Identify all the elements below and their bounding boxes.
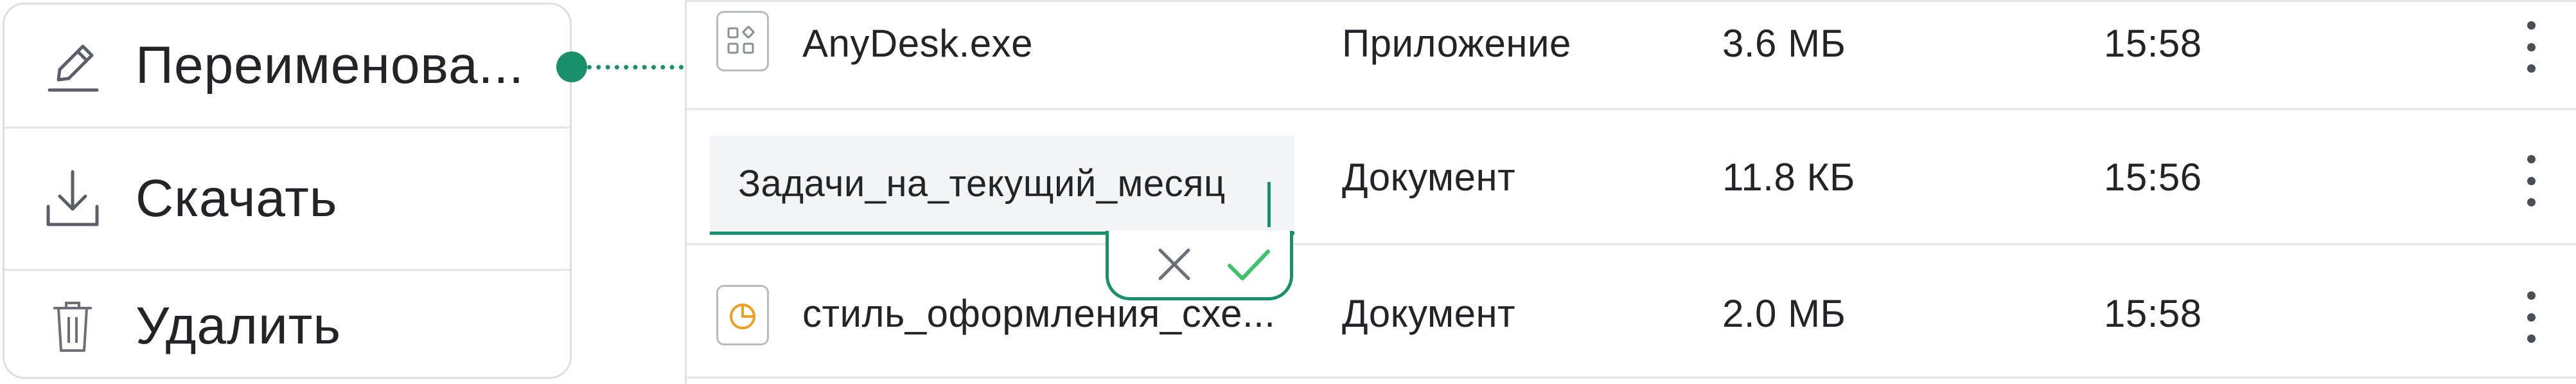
rename-field[interactable] [710,136,1294,235]
file-time: 15:56 [2104,156,2202,199]
rename-actions [1106,231,1293,300]
pencil-icon [40,33,105,98]
file-size: 11.8 КБ [1722,156,1855,199]
check-icon[interactable] [1226,241,1272,288]
file-time: 15:58 [2104,22,2202,65]
table-row[interactable]: AnyDesk.exe Приложение 3.6 МБ 15:58 [687,2,2576,110]
file-type: Документ [1342,292,1516,335]
rename-label: Переименова... [136,36,525,95]
more-options-icon[interactable] [2525,291,2537,343]
text-caret [1267,182,1271,227]
connector-dot [556,51,587,82]
file-time: 15:58 [2104,292,2202,335]
close-icon[interactable] [1151,241,1197,288]
file-size: 3.6 МБ [1722,22,1846,65]
download-icon [40,167,105,231]
download-menu-item[interactable]: Скачать [4,129,570,269]
download-label: Скачать [136,169,338,228]
file-name[interactable]: AnyDesk.exe [802,21,1033,66]
delete-menu-item[interactable]: Удалить [4,271,570,377]
more-options-icon[interactable] [2525,21,2537,73]
file-table: AnyDesk.exe Приложение 3.6 МБ 15:58 Доку… [685,0,2576,384]
file-type: Приложение [1342,22,1571,65]
presentation-icon [716,285,769,345]
table-row[interactable]: Документ 11.8 КБ 15:56 [687,110,2576,245]
file-type: Документ [1342,156,1516,199]
trash-icon [40,294,105,358]
context-menu: Переименова... Скачать Удалить [3,3,572,379]
application-icon [716,11,769,71]
rename-menu-item[interactable]: Переименова... [4,5,570,127]
connector-line [587,65,684,69]
table-row[interactable]: стиль_оформления_схе... Документ 2.0 МБ … [687,245,2576,379]
rename-input[interactable] [710,136,1294,232]
more-options-icon[interactable] [2525,155,2537,206]
delete-label: Удалить [136,296,342,355]
file-size: 2.0 МБ [1722,292,1846,335]
